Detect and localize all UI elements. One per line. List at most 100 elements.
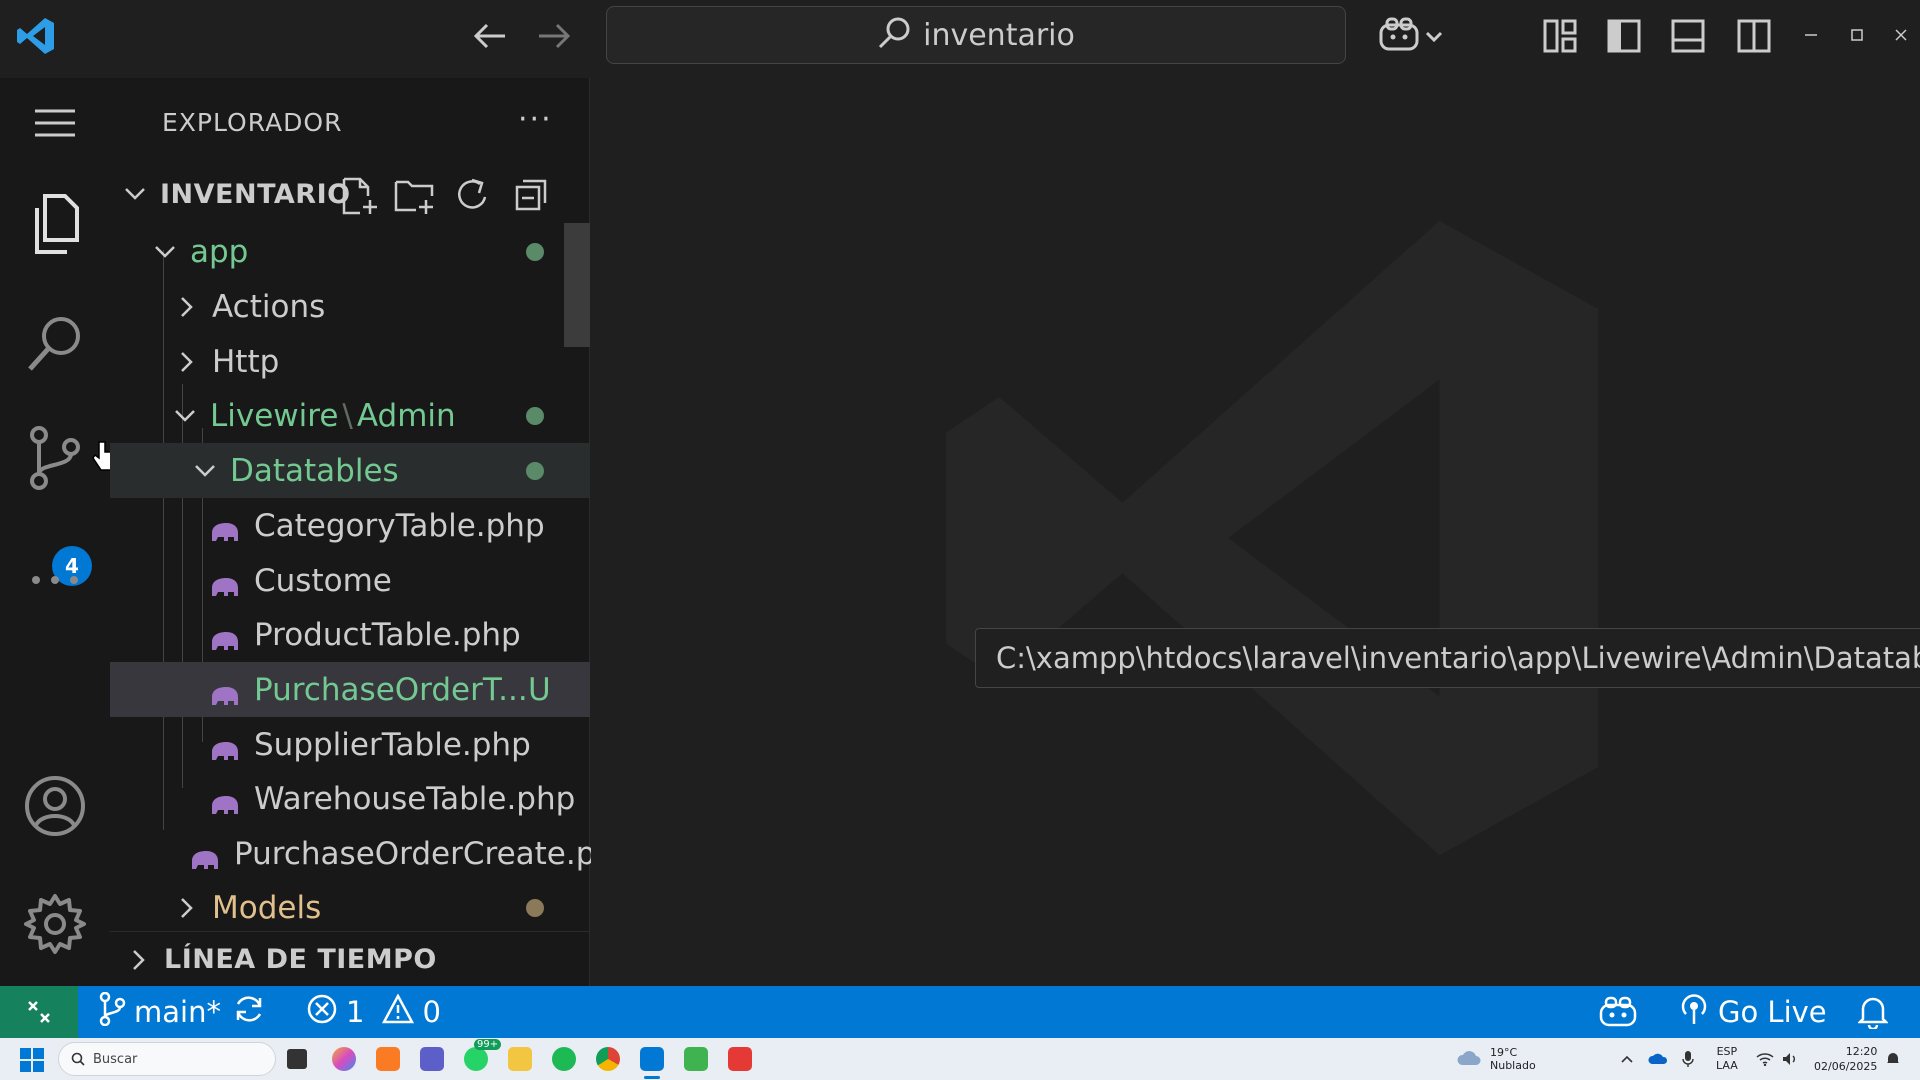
taskbar-search-input[interactable]: Buscar	[58, 1042, 276, 1076]
tree-folder-datatables[interactable]: Datatables	[110, 443, 590, 498]
file-explorer-app-icon[interactable]	[508, 1047, 532, 1071]
tree-folder-app[interactable]: app	[110, 224, 590, 279]
tree-folder-http[interactable]: Http	[110, 334, 590, 389]
title-bar: inventario	[0, 0, 1920, 78]
go-live-label: Go Live	[1718, 995, 1827, 1029]
go-live-button[interactable]: Go Live	[1678, 986, 1827, 1038]
collapse-all-icon[interactable]	[514, 178, 548, 216]
keyboard-layout: LAA	[1716, 1059, 1738, 1072]
command-center-search[interactable]: inventario	[606, 6, 1346, 64]
tree-folder-livewire-admin[interactable]: Livewire \ Admin	[110, 388, 590, 443]
weather-temp: 19°C	[1490, 1046, 1518, 1059]
refresh-icon[interactable]	[454, 176, 492, 218]
whatsapp-badge: 99+	[474, 1039, 502, 1050]
file-path-tooltip: C:\xampp\htdocs\laravel\inventario\app\L…	[975, 628, 1920, 688]
accounts-icon[interactable]	[0, 756, 110, 856]
tree-label: CategoryTable.php	[254, 507, 545, 544]
forward-arrow-icon[interactable]	[534, 16, 574, 56]
minimize-icon[interactable]	[1796, 20, 1826, 50]
tree-file-purchase-order-table[interactable]: PurchaseOrderT... U	[110, 662, 590, 717]
more-icon[interactable]	[0, 530, 110, 630]
copilot-status-icon[interactable]	[1598, 986, 1638, 1038]
windows-start-icon[interactable]	[20, 1048, 44, 1076]
timeline-title: LÍNEA DE TIEMPO	[164, 944, 437, 975]
toggle-primary-sidebar-icon[interactable]	[1602, 14, 1646, 58]
microphone-icon[interactable]	[1682, 1038, 1694, 1080]
back-arrow-icon[interactable]	[470, 16, 510, 56]
onedrive-icon[interactable]	[1648, 1038, 1668, 1080]
search-icon[interactable]	[0, 294, 110, 394]
search-icon	[877, 16, 911, 54]
customize-layout-icon[interactable]	[1538, 14, 1582, 58]
tree-label: Custome	[254, 562, 392, 599]
maximize-icon[interactable]	[1842, 20, 1872, 50]
whatsapp-app-icon[interactable]	[464, 1047, 488, 1071]
toggle-panel-icon[interactable]	[1666, 14, 1710, 58]
tree-file-purchase-order-create[interactable]: PurchaseOrderCreate.p...	[110, 826, 625, 881]
new-file-icon[interactable]	[340, 176, 380, 220]
php-elephant-icon	[210, 515, 240, 541]
notification-center-icon[interactable]	[1886, 1038, 1900, 1080]
new-folder-icon[interactable]	[394, 176, 436, 220]
tree-file-customer-table[interactable]: Custome	[110, 553, 590, 608]
tree-file-supplier-table[interactable]: SupplierTable.php	[110, 717, 590, 772]
chevron-down-icon	[154, 241, 176, 263]
chrome-app-icon[interactable]	[596, 1047, 620, 1071]
chevron-down-icon	[124, 183, 146, 205]
tree-label-admin: Admin	[356, 397, 456, 434]
editor-area: C:\xampp\htdocs\laravel\inventario\app\L…	[591, 78, 1920, 986]
tray-chevron-up-icon[interactable]	[1620, 1038, 1634, 1080]
broadcast-icon	[1678, 992, 1710, 1033]
copilot-icon[interactable]	[1372, 12, 1452, 58]
xampp-app-icon[interactable]	[376, 1047, 400, 1071]
git-branch-button[interactable]: main*	[98, 986, 221, 1038]
copilot-app-icon[interactable]	[332, 1047, 356, 1071]
weather-widget[interactable]: 19°C Nublado	[1456, 1038, 1536, 1080]
close-icon[interactable]	[1886, 20, 1916, 50]
php-elephant-icon	[210, 570, 240, 596]
wifi-icon[interactable]	[1756, 1038, 1774, 1080]
explorer-sidebar: EXPLORADOR ··· INVENTARIO app Actions Ht…	[110, 78, 625, 987]
spotify-app-icon[interactable]	[552, 1047, 576, 1071]
problems-button[interactable]: 1 0	[306, 986, 441, 1038]
task-view-icon[interactable]	[287, 1049, 307, 1069]
chevron-down-icon	[194, 460, 216, 482]
camtasia-app-icon[interactable]	[684, 1047, 708, 1071]
php-elephant-icon	[190, 843, 220, 869]
tree-file-warehouse-table[interactable]: WarehouseTable.php	[110, 771, 590, 826]
volume-icon[interactable]	[1782, 1038, 1798, 1080]
chevron-right-icon	[128, 949, 150, 971]
workspace-section-header[interactable]: INVENTARIO	[110, 166, 590, 222]
menu-icon[interactable]	[0, 78, 110, 168]
remote-indicator-icon[interactable]	[0, 986, 78, 1038]
tree-file-product-table[interactable]: ProductTable.php	[110, 607, 590, 662]
search-text: inventario	[923, 17, 1075, 53]
timeline-section-header[interactable]: LÍNEA DE TIEMPO	[110, 931, 590, 987]
explorer-icon[interactable]	[0, 174, 110, 274]
vscode-app-icon[interactable]	[640, 1047, 664, 1071]
active-app-indicator	[644, 1076, 660, 1079]
git-branch-label: main*	[134, 995, 221, 1029]
workspace-title: INVENTARIO	[160, 178, 351, 210]
git-status-dot	[526, 243, 544, 261]
language-indicator[interactable]: ESP LAA	[1716, 1038, 1738, 1080]
sync-button[interactable]	[232, 986, 266, 1038]
tree-file-category-table[interactable]: CategoryTable.php	[110, 498, 590, 553]
tree-label: Datatables	[230, 452, 399, 489]
toggle-secondary-sidebar-icon[interactable]	[1732, 14, 1776, 58]
tree-folder-models[interactable]: Models	[110, 880, 590, 935]
tree-folder-actions[interactable]: Actions	[110, 279, 590, 334]
recorder-app-icon[interactable]	[728, 1047, 752, 1071]
clock[interactable]: 12:20 02/06/2025	[1814, 1038, 1877, 1080]
tree-label: PurchaseOrderCreate.p...	[234, 835, 625, 872]
manage-gear-icon[interactable]	[0, 874, 110, 974]
explorer-more-actions[interactable]: ···	[518, 102, 553, 137]
php-elephant-icon	[210, 734, 240, 760]
tree-label: ProductTable.php	[254, 616, 521, 653]
teams-app-icon[interactable]	[420, 1047, 444, 1071]
notifications-bell-icon[interactable]	[1858, 986, 1888, 1038]
php-elephant-icon	[210, 624, 240, 650]
cloud-icon	[1456, 1049, 1482, 1070]
chevron-down-icon	[174, 405, 196, 427]
language-code: ESP	[1716, 1045, 1738, 1058]
